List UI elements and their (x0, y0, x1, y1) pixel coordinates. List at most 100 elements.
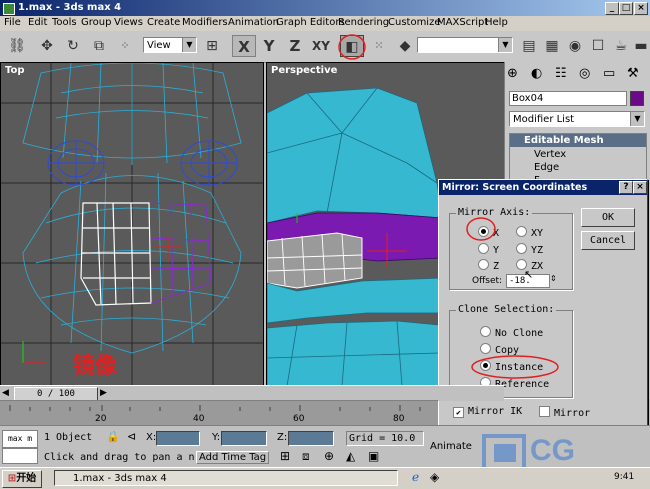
schematic-icon[interactable]: ▦ (541, 35, 563, 57)
z-coordinate-field[interactable] (288, 431, 334, 446)
slider-right-arrow-icon[interactable]: ▶ (100, 388, 107, 398)
rotate-icon[interactable]: ↻ (62, 35, 84, 57)
maxscript-listener-box[interactable]: max m (2, 430, 38, 448)
chevron-down-icon: ▼ (630, 112, 644, 126)
quick-render-icon[interactable]: ☕ (610, 35, 632, 57)
align-icon[interactable]: ◆ (394, 35, 416, 57)
add-time-tag-button[interactable]: Add Time Tag (196, 451, 270, 464)
transform-type-in-icon[interactable]: ⊲ (127, 430, 136, 443)
maxscript-input[interactable] (2, 448, 38, 464)
menu-customize[interactable]: Customize (388, 17, 441, 28)
stack-item-vertex[interactable]: Vertex (534, 149, 566, 160)
offset-spinner-icon[interactable]: ⇕ (550, 274, 557, 283)
no-clone-radio[interactable]: No Clone (480, 326, 543, 339)
display-tab-icon[interactable]: ▭ (603, 66, 615, 81)
y-coordinate-field[interactable] (221, 431, 267, 446)
time-slider[interactable]: ◀ 0 / 100 ▶ (0, 385, 504, 401)
track-bar-ticks (9, 405, 421, 411)
move-icon[interactable]: ✥ (36, 35, 58, 57)
minimize-button[interactable]: _ (605, 2, 619, 15)
axis-y-radio[interactable]: Y (478, 243, 499, 256)
modifier-list-combo[interactable]: Modifier List ▼ (509, 111, 645, 127)
hierarchy-tab-icon[interactable]: ☷ (555, 66, 567, 81)
tick-label-80: 80 (393, 414, 405, 424)
offset-label: Offset: (472, 276, 503, 286)
tray-icon[interactable]: ◈ (430, 470, 439, 484)
axis-z-button[interactable]: Z (284, 35, 306, 57)
axis-xy-button[interactable]: XY (310, 35, 332, 57)
scale-icon[interactable]: ⧉ (88, 35, 110, 57)
field-of-view-icon[interactable]: ◭ (346, 449, 355, 463)
modify-tab-icon[interactable]: ◐ (531, 66, 542, 81)
mirror-checkbox[interactable]: Mirror (539, 406, 590, 419)
animate-button[interactable]: Animate (430, 441, 472, 452)
menu-tools[interactable]: Tools (52, 17, 77, 28)
stack-item-edge[interactable]: Edge (534, 162, 559, 173)
clock: 9:41 (614, 472, 635, 482)
cancel-button[interactable]: Cancel (581, 231, 635, 250)
slider-left-arrow-icon[interactable]: ◀ (2, 388, 9, 398)
x-coordinate-field[interactable] (156, 431, 200, 446)
zoom-extents-icon[interactable]: ⧈ (302, 449, 310, 464)
min-max-toggle-icon[interactable]: ▣ (368, 449, 379, 463)
ok-button[interactable]: OK (581, 208, 635, 227)
top-wireframe (1, 63, 263, 386)
utilities-tab-icon[interactable]: ⚒ (627, 66, 639, 81)
menu-rendering[interactable]: Rendering (338, 17, 389, 28)
dialog-close-button[interactable]: × (633, 181, 647, 194)
menu-animation[interactable]: Animation (228, 17, 279, 28)
named-selection-combo[interactable]: ▼ (417, 37, 513, 53)
snap-icon[interactable]: ⁘ (114, 35, 136, 57)
axis-y-label: Y (493, 245, 500, 256)
menu-views[interactable]: Views (114, 17, 143, 28)
axis-x-button[interactable]: X (232, 35, 256, 57)
reference-coord-combo[interactable]: View ▼ (143, 37, 197, 53)
radio-icon (480, 326, 491, 337)
render-last-icon[interactable]: ▬ (630, 35, 650, 57)
dialog-help-button[interactable]: ? (619, 181, 633, 194)
arc-rotate-icon[interactable]: ⊕ (324, 449, 334, 463)
top-viewport[interactable]: Top 镜像 (0, 62, 264, 387)
menu-create[interactable]: Create (147, 17, 180, 28)
axis-xy-radio[interactable]: XY (516, 226, 543, 239)
select-link-icon[interactable]: ⛓ (6, 35, 28, 57)
render-scene-icon[interactable]: ☐ (587, 35, 609, 57)
selection-count: 1 Object (44, 432, 93, 443)
track-view-icon[interactable]: ▤ (518, 35, 540, 57)
stack-item-editable-mesh[interactable]: Editable Mesh (510, 134, 646, 147)
start-button[interactable]: ⊞开始 (2, 470, 42, 488)
menu-group[interactable]: Group (81, 17, 111, 28)
object-name-field[interactable]: Box04 (509, 91, 627, 106)
object-color-swatch[interactable] (630, 91, 644, 106)
taskbar-task-3dsmax[interactable]: 1.max - 3ds max 4 (54, 470, 398, 486)
ie-icon[interactable]: ℯ (412, 470, 419, 484)
radio-icon (516, 243, 527, 254)
array-icon[interactable]: ⁙ (368, 35, 390, 57)
menu-file[interactable]: File (4, 17, 21, 28)
menu-help[interactable]: Help (485, 17, 508, 28)
menu-graph-editors[interactable]: Graph Editors (276, 17, 345, 28)
grid-size-readout: Grid = 10.0 (346, 431, 424, 446)
close-button[interactable]: × (634, 2, 648, 15)
motion-tab-icon[interactable]: ◎ (579, 66, 590, 81)
menu-edit[interactable]: Edit (28, 17, 47, 28)
mirror-ik-checkbox[interactable]: ✔ Mirror IK (453, 406, 522, 418)
lock-icon[interactable]: 🔒 (106, 430, 120, 443)
time-slider-thumb[interactable]: 0 / 100 (14, 387, 98, 401)
material-editor-icon[interactable]: ◉ (564, 35, 586, 57)
create-tab-icon[interactable]: ⊕ (507, 66, 518, 81)
pan-icon[interactable]: ⊞ (280, 449, 290, 463)
pivot-icon[interactable]: ⊞ (201, 35, 223, 57)
track-bar[interactable]: 20 40 60 80 (0, 400, 438, 426)
radio-icon (478, 259, 489, 270)
axis-yz-radio[interactable]: YZ (516, 243, 543, 256)
axis-z-label: Z (493, 261, 500, 272)
menu-bar: File Edit Tools Group Views Create Modif… (0, 16, 650, 31)
maximize-button[interactable]: □ (619, 2, 633, 15)
axis-y-button[interactable]: Y (258, 35, 280, 57)
checkbox-checked-icon: ✔ (453, 407, 464, 418)
axis-z-radio[interactable]: Z (478, 259, 499, 272)
reference-coord-value: View (147, 40, 171, 51)
menu-modifiers[interactable]: Modifiers (182, 17, 228, 28)
menu-maxscript[interactable]: MAXScript (437, 17, 488, 28)
